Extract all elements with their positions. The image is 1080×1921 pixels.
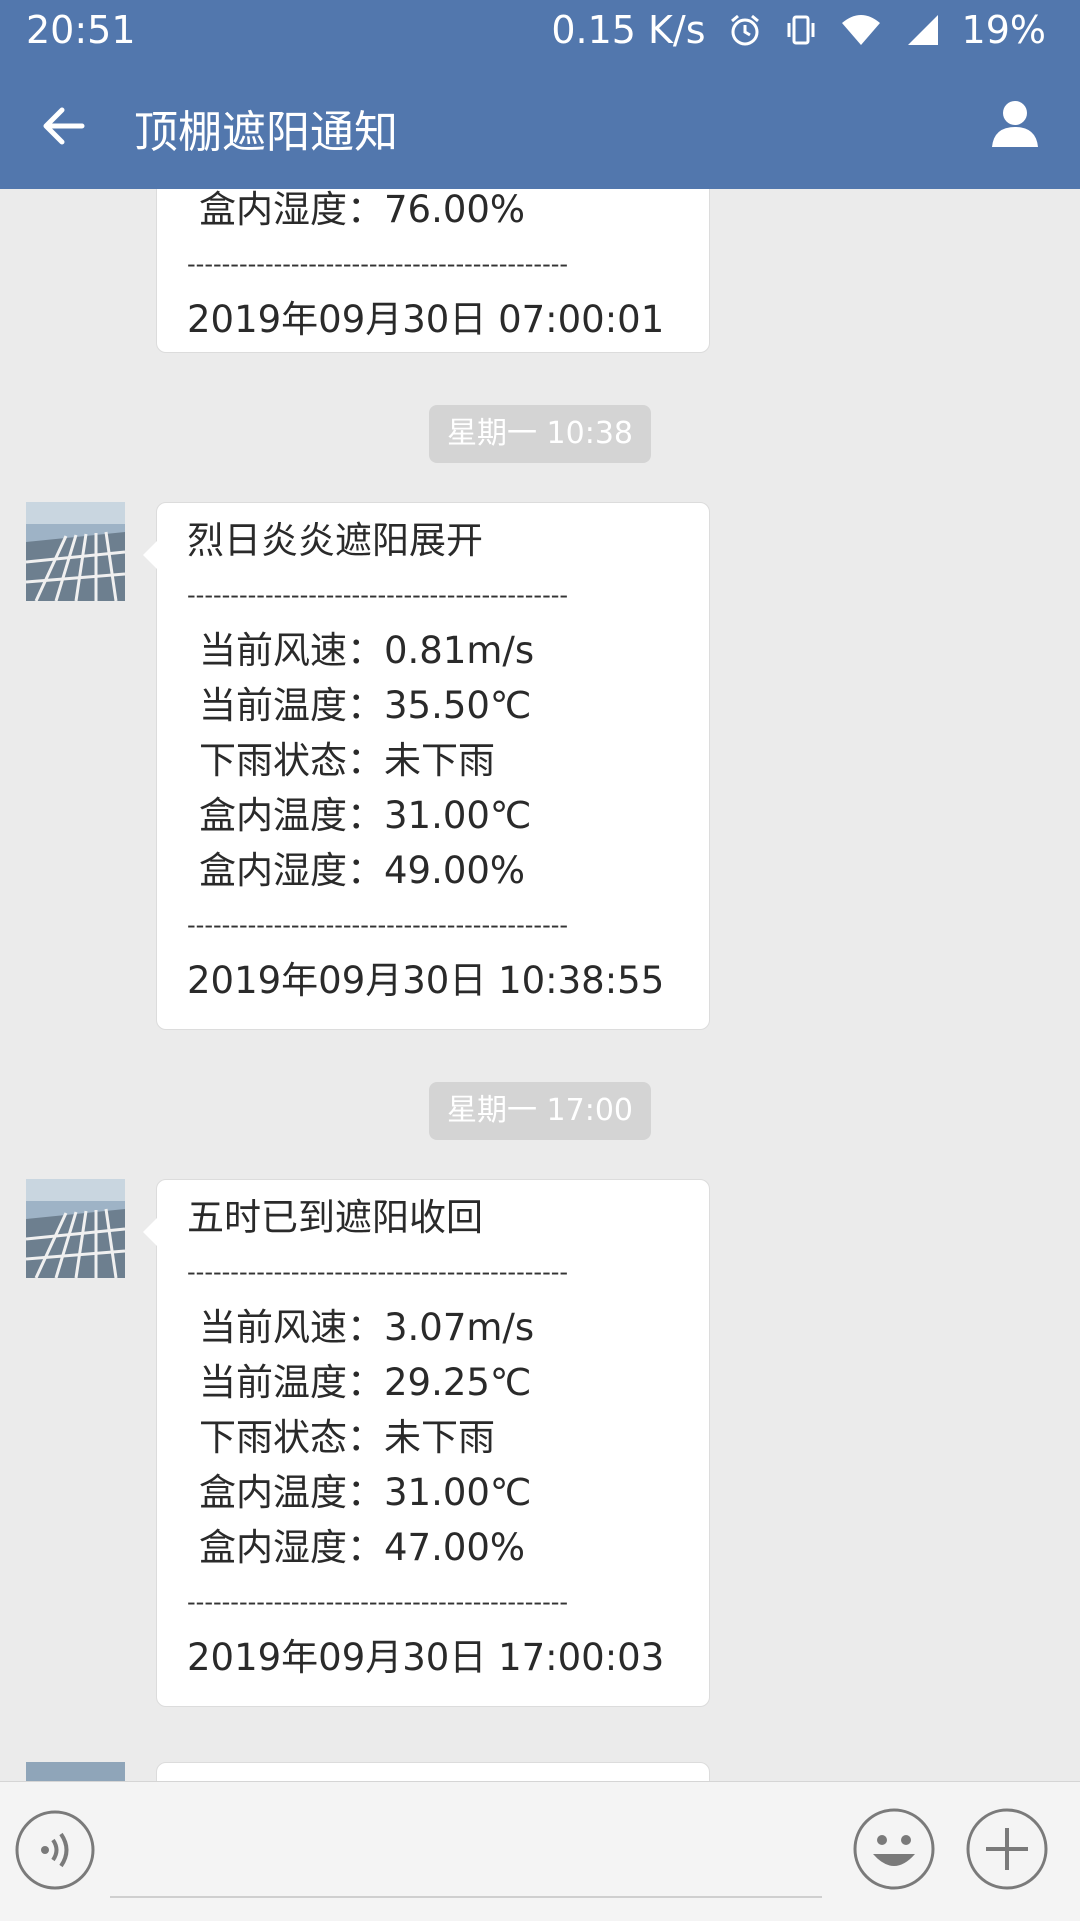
message-timestamp: 2019年09月30日 07:00:01 xyxy=(187,298,665,341)
back-arrow-icon[interactable] xyxy=(38,100,90,152)
battery-level: 19% xyxy=(961,8,1046,52)
message-line: 当前温度：29.25℃ xyxy=(199,1361,532,1404)
page-title: 顶棚遮阳通知 xyxy=(134,107,398,158)
message-line: 盒内湿度：76.00% xyxy=(199,189,526,231)
roof-photo-icon xyxy=(26,1179,125,1278)
avatar[interactable] xyxy=(26,1762,125,1781)
message-bubble[interactable]: 盒内湿度：76.00% ----------------------------… xyxy=(156,189,710,353)
status-time: 20:51 xyxy=(26,8,136,52)
message-line: 盒内湿度：47.00% xyxy=(199,1526,526,1569)
message-separator: ----------------------------------------… xyxy=(187,1588,569,1616)
message-line: 当前温度：35.50℃ xyxy=(199,684,532,727)
plus-icon[interactable] xyxy=(966,1808,1048,1890)
message-separator: ----------------------------------------… xyxy=(187,581,569,609)
message-line: 盒内温度：31.00℃ xyxy=(199,794,532,837)
message-header: 五时已到遮阳收回 xyxy=(187,1196,483,1239)
message-timestamp: 2019年09月30日 17:00:03 xyxy=(187,1636,665,1679)
time-badge: 星期一 17:00 xyxy=(429,1082,651,1140)
user-icon[interactable] xyxy=(988,97,1042,151)
emoji-icon[interactable] xyxy=(853,1808,935,1890)
message-separator: ----------------------------------------… xyxy=(187,250,569,278)
message-line: 下雨状态：未下雨 xyxy=(199,1416,495,1459)
message-bubble[interactable]: 五时已到遮阳收回 -------------------------------… xyxy=(143,1179,710,1707)
app-bar: 顶棚遮阳通知 xyxy=(0,64,1080,189)
bubble-arrow xyxy=(143,541,157,569)
status-icons: 0.15 K/s 19% xyxy=(551,8,1046,52)
message-separator: ----------------------------------------… xyxy=(187,1258,569,1286)
message-bubble[interactable] xyxy=(156,1762,710,1781)
roof-photo-icon xyxy=(26,502,125,601)
message-line: 下雨状态：未下雨 xyxy=(199,739,495,782)
avatar[interactable] xyxy=(26,502,125,601)
message-header: 烈日炎炎遮阳展开 xyxy=(187,519,483,562)
message-line: 盒内温度：31.00℃ xyxy=(199,1471,532,1514)
message-line: 当前风速：3.07m/s xyxy=(199,1306,535,1349)
message-timestamp: 2019年09月30日 10:38:55 xyxy=(187,959,665,1002)
bubble-arrow xyxy=(143,1218,157,1246)
input-bar xyxy=(0,1781,1080,1921)
signal-icon xyxy=(907,15,938,45)
message-line: 盒内湿度：49.00% xyxy=(199,849,526,892)
vibrate-icon xyxy=(787,15,815,45)
chat-area[interactable]: 盒内湿度：76.00% ----------------------------… xyxy=(0,189,1080,1781)
message-line: 当前风速：0.81m/s xyxy=(199,629,535,672)
alarm-icon xyxy=(730,14,759,46)
message-separator: ----------------------------------------… xyxy=(187,911,569,939)
message-bubble[interactable]: 烈日炎炎遮阳展开 -------------------------------… xyxy=(143,502,710,1030)
wifi-icon xyxy=(841,15,880,45)
voice-icon[interactable] xyxy=(15,1810,95,1890)
avatar[interactable] xyxy=(26,1179,125,1278)
message-input[interactable] xyxy=(110,1896,822,1898)
time-badge: 星期一 10:38 xyxy=(429,405,651,463)
status-bar: 20:51 0.15 K/s 19% xyxy=(0,0,1080,64)
network-speed: 0.15 K/s xyxy=(551,8,706,52)
